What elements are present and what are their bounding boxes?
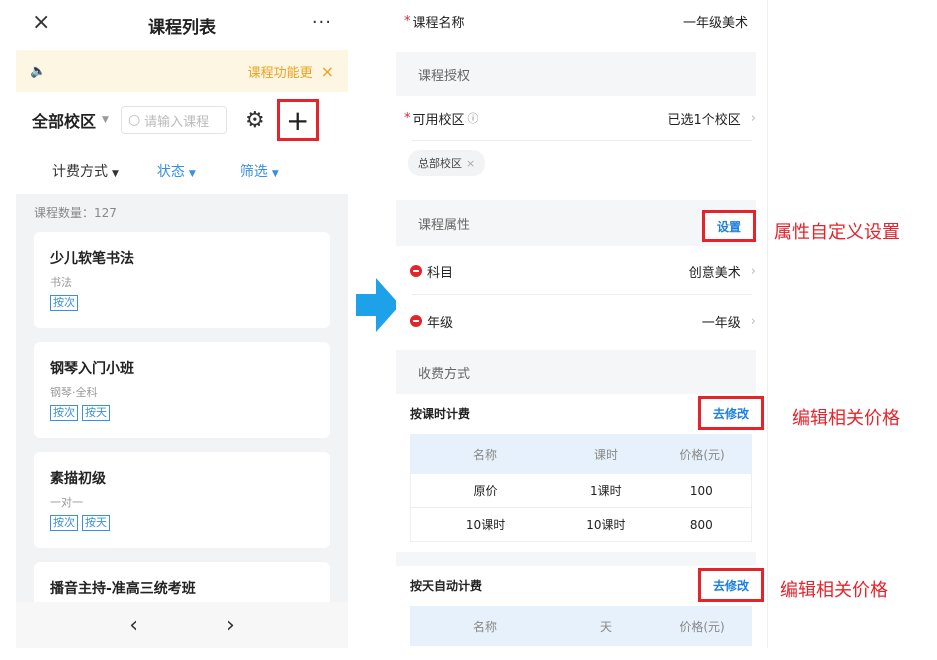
course-name-value: 一年级美术	[682, 15, 748, 31]
bottom-nav: ‹ ›	[16, 602, 348, 648]
remove-icon[interactable]	[410, 265, 422, 277]
section-gap	[396, 552, 756, 566]
course-name: 少儿软笔书法	[50, 251, 134, 267]
course-count: 课程数量：127	[34, 206, 117, 220]
forward-arrow-icon[interactable]: ›	[226, 613, 235, 638]
course-card[interactable]: 少儿软笔书法 书法 按次	[34, 232, 330, 328]
table-row: 原价 1课时 100	[410, 474, 752, 508]
attr-settings-button[interactable]: 设置	[702, 210, 756, 242]
divider	[412, 140, 752, 141]
course-card[interactable]: 钢琴入门小班 钢琴·全科 按次 按天	[34, 342, 330, 438]
section-fees: 收费方式	[396, 350, 756, 394]
fee-label: 按天自动计费	[410, 578, 483, 593]
annotation-attr-custom: 属性自定义设置	[774, 222, 900, 243]
fee-label: 按课时计费	[410, 406, 471, 421]
caret-down-icon: ▼	[188, 169, 196, 179]
grade-row[interactable]: 年级 一年级 ›	[396, 298, 756, 344]
filter-status[interactable]: 状态 ▼	[157, 161, 196, 181]
field-label: 科目	[427, 265, 454, 281]
course-subject: 书法	[50, 276, 72, 289]
notice-text[interactable]: 课程功能更	[248, 62, 313, 81]
subject-row[interactable]: 科目 创意美术 ›	[396, 248, 756, 294]
more-icon[interactable]: ···	[312, 12, 332, 33]
header-bar: × 课程列表 ···	[16, 0, 348, 50]
field-label: 可用校区	[412, 112, 465, 128]
toolbar: 全部校区 ▼ ○ 请输入课程 ⚙ +	[16, 92, 348, 148]
table-row: 10课时 10课时 800	[410, 508, 752, 542]
notice-bar: 🔈 课程功能更 ×	[16, 50, 348, 92]
close-icon[interactable]: ×	[32, 10, 50, 35]
help-icon[interactable]: ⓘ	[468, 110, 479, 126]
campus-selector[interactable]: 全部校区	[32, 108, 96, 132]
notice-close-icon[interactable]: ×	[321, 62, 334, 81]
speaker-icon: 🔈	[30, 63, 47, 79]
grade-value: 一年级	[701, 315, 741, 331]
edit-price-button[interactable]: 去修改	[698, 396, 764, 430]
billing-tag: 按次	[50, 405, 78, 421]
annotation-edit-price: 编辑相关价格	[792, 408, 900, 429]
price-table: 名称 课时 价格(元) 原价 1课时 100 10课时 10课时 800	[410, 434, 752, 542]
course-edit-screen: * 课程名称 一年级美术 课程授权 * 可用校区 ⓘ 已选1个校区 › 总部校区…	[396, 0, 768, 648]
field-label: 课程名称	[412, 15, 465, 31]
plus-icon: +	[285, 103, 310, 137]
billing-tag: 按天	[82, 515, 110, 531]
annotation-edit-price: 编辑相关价格	[780, 580, 888, 601]
table-header: 名称 课时 价格(元)	[410, 434, 752, 474]
add-course-button[interactable]: +	[276, 99, 319, 141]
chevron-right-icon: ›	[750, 313, 756, 329]
right-arrow-icon	[356, 278, 400, 332]
section-auth: 课程授权	[396, 52, 756, 96]
edit-price-button[interactable]: 去修改	[698, 568, 764, 602]
field-label: 年级	[427, 315, 454, 331]
billing-tag: 按次	[50, 295, 78, 311]
remove-icon[interactable]	[410, 315, 422, 327]
divider	[412, 294, 752, 295]
course-name-row[interactable]: * 课程名称 一年级美术	[396, 8, 756, 34]
price-table: 名称 天 价格(元)	[410, 606, 752, 646]
caret-down-icon: ▼	[112, 169, 119, 179]
remove-icon[interactable]: ×	[466, 157, 475, 170]
course-name: 素描初级	[50, 471, 106, 487]
course-subject: 钢琴·全科	[50, 386, 98, 399]
filter-bar: 计费方式 ▼ 状态 ▼ 筛选 ▼	[16, 148, 348, 194]
billing-tag: 按次	[50, 515, 78, 531]
filter-billing[interactable]: 计费方式 ▼	[52, 161, 119, 181]
course-name: 播音主持-准高三统考班	[50, 581, 196, 597]
gear-icon[interactable]: ⚙	[245, 108, 265, 133]
funnel-icon: ▼	[271, 169, 279, 179]
back-arrow-icon[interactable]: ‹	[129, 613, 138, 638]
chevron-right-icon: ›	[750, 263, 756, 279]
page-title: 课程列表	[148, 17, 216, 38]
course-list-screen: × 课程列表 ··· 🔈 课程功能更 × 全部校区 ▼ ○ 请输入课程 ⚙ + …	[16, 0, 348, 648]
course-name: 钢琴入门小班	[50, 361, 134, 377]
search-placeholder: 请输入课程	[144, 114, 210, 130]
campus-row[interactable]: * 可用校区 ⓘ 已选1个校区 ›	[396, 96, 756, 140]
course-subject: 一对一	[50, 496, 83, 509]
chevron-right-icon: ›	[750, 110, 756, 126]
billing-tag: 按天	[82, 405, 110, 421]
caret-down-icon[interactable]: ▼	[102, 115, 109, 125]
course-card[interactable]: 素描初级 一对一 按次 按天	[34, 452, 330, 548]
table-header: 名称 天 价格(元)	[410, 606, 752, 646]
search-icon: ○	[127, 112, 141, 128]
campus-chip[interactable]: 总部校区 ×	[408, 150, 486, 176]
filter-screen[interactable]: 筛选 ▼	[240, 161, 279, 181]
search-input[interactable]: ○ 请输入课程	[120, 106, 227, 134]
subject-value: 创意美术	[688, 265, 741, 281]
campus-value: 已选1个校区	[667, 112, 741, 128]
